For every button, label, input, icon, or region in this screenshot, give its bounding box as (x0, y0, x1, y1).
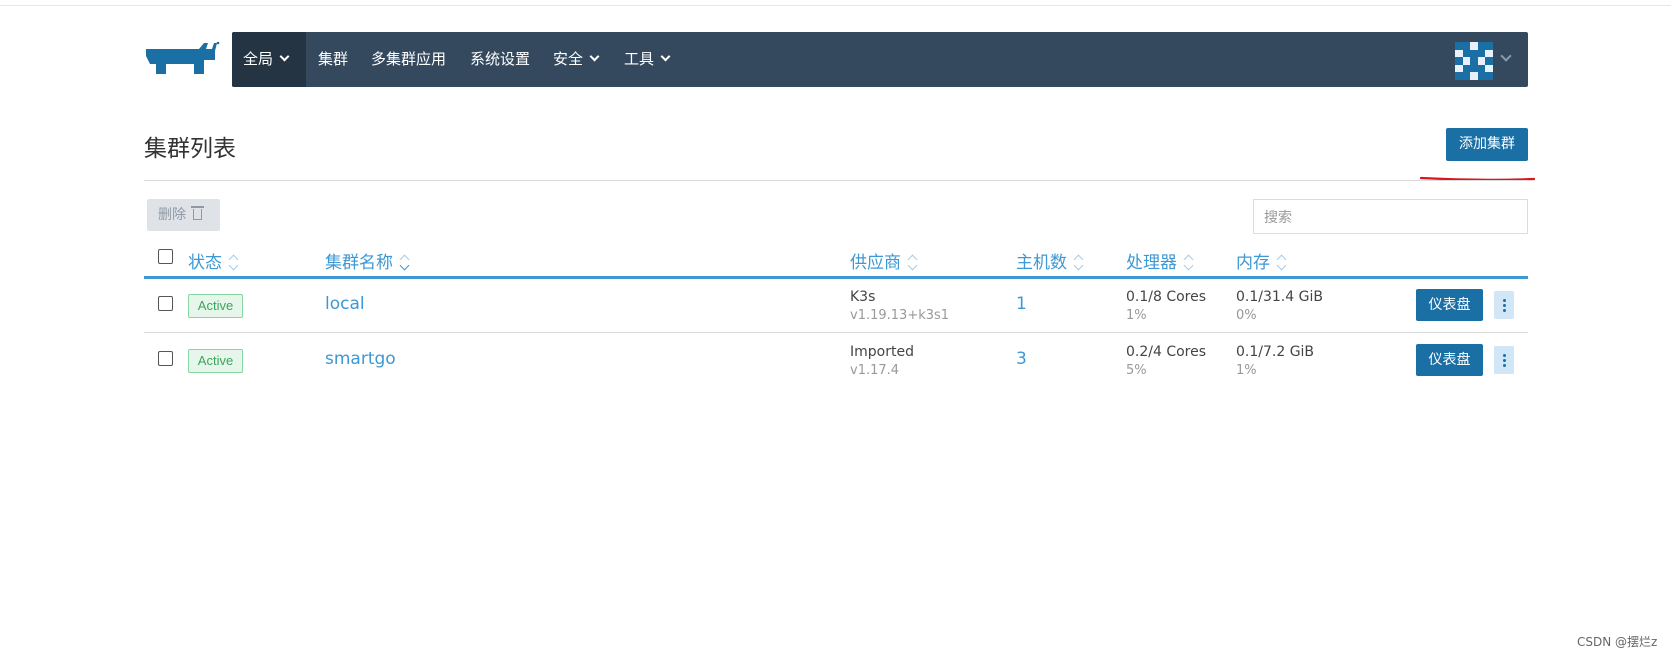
divider (144, 180, 1528, 181)
provider-version: v1.17.4 (850, 363, 900, 378)
memory-usage: 0.1/31.4 GiB (1236, 289, 1323, 305)
nav-global-label: 全局 (243, 50, 274, 68)
chevron-down-icon (660, 51, 671, 62)
row-divider (144, 332, 1528, 333)
column-header-label: 状态 (188, 253, 222, 273)
memory-percent: 1% (1236, 363, 1257, 378)
host-count-link[interactable]: 1 (1016, 294, 1027, 314)
nav-item-multi-cluster-apps[interactable]: 多集群应用 (371, 32, 446, 87)
annotation-underline (1420, 176, 1535, 181)
select-all-checkbox[interactable] (158, 249, 173, 264)
chevron-down-icon[interactable] (1500, 50, 1512, 62)
top-navbar: 全局 集群 多集群应用 系统设置 安全 工具 (232, 32, 1528, 87)
status-badge: Active (188, 294, 243, 318)
column-header-memory[interactable]: 内存 (1236, 248, 1287, 273)
trash-icon (191, 206, 204, 220)
nav-item-clusters[interactable]: 集群 (318, 32, 348, 87)
row-checkbox[interactable] (158, 351, 173, 366)
nav-item-security[interactable]: 安全 (553, 32, 600, 87)
chevron-down-icon (589, 51, 600, 62)
nav-item-tools-label: 工具 (624, 50, 655, 68)
provider-version: v1.19.13+k3s1 (850, 308, 950, 323)
status-badge: Active (188, 349, 243, 373)
more-actions-icon[interactable] (1494, 291, 1514, 319)
delete-button-label: 删除 (158, 207, 186, 223)
column-header-name[interactable]: 集群名称 (325, 248, 410, 273)
column-header-hosts[interactable]: 主机数 (1016, 248, 1084, 273)
column-header-label: 供应商 (850, 253, 901, 273)
cpu-percent: 1% (1126, 308, 1147, 323)
column-header-cpu[interactable]: 处理器 (1126, 248, 1194, 273)
cpu-usage: 0.2/4 Cores (1126, 344, 1207, 360)
column-header-label: 集群名称 (325, 253, 393, 273)
memory-percent: 0% (1236, 308, 1257, 323)
host-count-link[interactable]: 3 (1016, 349, 1027, 369)
user-avatar[interactable] (1455, 42, 1493, 80)
more-actions-icon[interactable] (1494, 346, 1514, 374)
column-header-provider[interactable]: 供应商 (850, 248, 918, 273)
cluster-name-link[interactable]: smartgo (325, 349, 396, 369)
dashboard-button[interactable]: 仪表盘 (1416, 344, 1483, 376)
add-cluster-button[interactable]: 添加集群 (1446, 128, 1528, 161)
chevron-down-icon (279, 51, 290, 62)
sort-icon (1184, 255, 1194, 271)
watermark-text: CSDN @摆烂z (1577, 635, 1658, 649)
column-header-label: 主机数 (1016, 253, 1067, 273)
provider-name: K3s (850, 289, 876, 305)
memory-usage: 0.1/7.2 GiB (1236, 344, 1315, 360)
sort-icon (1074, 255, 1084, 271)
search-input[interactable] (1253, 199, 1528, 234)
sort-icon (400, 255, 410, 271)
page-title: 集群列表 (144, 136, 236, 162)
cpu-percent: 5% (1126, 363, 1147, 378)
table-header-rule (144, 276, 1528, 279)
rancher-logo[interactable] (144, 40, 220, 80)
column-header-label: 内存 (1236, 253, 1270, 273)
column-header-label: 处理器 (1126, 253, 1177, 273)
sort-icon (1277, 255, 1287, 271)
cpu-usage: 0.1/8 Cores (1126, 289, 1207, 305)
row-checkbox[interactable] (158, 296, 173, 311)
nav-item-settings[interactable]: 系统设置 (470, 32, 530, 87)
dashboard-button[interactable]: 仪表盘 (1416, 289, 1483, 321)
window-top-border (0, 5, 1671, 6)
nav-item-tools[interactable]: 工具 (624, 32, 671, 87)
cluster-name-link[interactable]: local (325, 294, 365, 314)
delete-button[interactable]: 删除 (147, 199, 220, 231)
sort-icon (908, 255, 918, 271)
column-header-state[interactable]: 状态 (188, 248, 239, 273)
nav-global-menu[interactable]: 全局 (232, 32, 306, 87)
nav-item-security-label: 安全 (553, 50, 584, 68)
sort-icon (229, 255, 239, 271)
provider-name: Imported (850, 344, 914, 360)
